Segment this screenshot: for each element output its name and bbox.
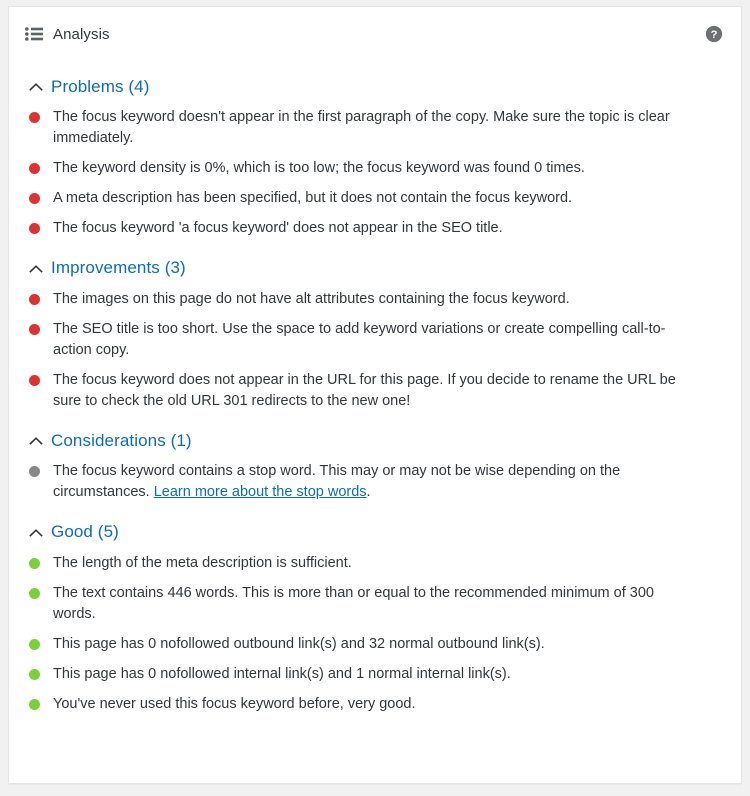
status-bullet-bad — [29, 323, 40, 335]
list-item: A meta description has been specified, b… — [25, 184, 725, 214]
card-header-left: Analysis — [25, 27, 705, 42]
list-item: This page has 0 nofollowed internal link… — [25, 660, 725, 690]
result-text: The keyword density is 0%, which is too … — [53, 160, 585, 177]
result-text: The focus keyword doesn't appear in the … — [53, 109, 670, 147]
result-text: The focus keyword 'a focus keyword' does… — [53, 220, 503, 237]
list-item: The length of the meta description is su… — [25, 549, 725, 579]
status-bullet-good — [29, 698, 40, 710]
result-text: The focus keyword does not appear in the… — [53, 371, 676, 409]
section-problems: Problems (4) The focus keyword doesn't a… — [25, 65, 725, 244]
status-bullet-bad — [29, 374, 40, 386]
section-improvements: Improvements (3) The images on this page… — [25, 246, 725, 416]
list-item: The SEO title is too short. Use the spac… — [25, 315, 725, 366]
section-header-considerations[interactable]: Considerations (1) — [25, 419, 725, 457]
status-bullet-bad — [29, 223, 40, 235]
list-item: The keyword density is 0%, which is too … — [25, 154, 725, 184]
list-item: The focus keyword does not appear in the… — [25, 366, 725, 417]
stop-words-link[interactable]: Learn more about the stop words — [154, 484, 367, 500]
list-item: The text contains 446 words. This is mor… — [25, 579, 725, 630]
list-item: The focus keyword contains a stop word. … — [25, 457, 725, 508]
status-bullet-good — [29, 557, 40, 569]
result-text: The focus keyword contains a stop word. … — [53, 461, 698, 503]
page-background: Analysis ? Problems (4) The focus keywor… — [0, 0, 750, 796]
result-text: This page has 0 nofollowed outbound link… — [53, 635, 545, 652]
status-bullet-neutral — [29, 466, 40, 478]
page-title: Analysis — [53, 25, 110, 43]
help-circle-icon[interactable]: ? — [705, 25, 725, 43]
analysis-results: Problems (4) The focus keyword doesn't a… — [9, 57, 741, 720]
section-title: Improvements (3) — [51, 258, 186, 278]
section-considerations: Considerations (1) The focus keyword con… — [25, 419, 725, 508]
section-title: Good (5) — [51, 522, 119, 542]
result-text: The SEO title is too short. Use the spac… — [53, 320, 666, 358]
status-bullet-good — [29, 587, 40, 599]
status-bullet-bad — [29, 293, 40, 305]
section-header-good[interactable]: Good (5) — [25, 510, 725, 548]
status-bullet-bad — [29, 112, 40, 124]
list-item: The focus keyword doesn't appear in the … — [25, 103, 725, 154]
chevron-up-icon[interactable] — [29, 264, 43, 274]
list-item: You've never used this focus keyword bef… — [25, 690, 725, 720]
result-text: The images on this page do not have alt … — [53, 290, 570, 307]
status-bullet-bad — [29, 193, 40, 205]
section-title: Considerations (1) — [51, 430, 192, 450]
result-list-improvements: The images on this page do not have alt … — [25, 285, 725, 417]
chevron-up-icon[interactable] — [29, 436, 43, 446]
result-text: A meta description has been specified, b… — [53, 190, 573, 207]
section-title: Problems (4) — [51, 77, 150, 96]
section-header-improvements[interactable]: Improvements (3) — [25, 246, 725, 284]
svg-text:?: ? — [711, 29, 718, 41]
status-bullet-bad — [29, 163, 40, 175]
chevron-up-icon[interactable] — [29, 528, 43, 538]
result-text: This page has 0 nofollowed internal link… — [53, 665, 511, 682]
list-item: The images on this page do not have alt … — [25, 285, 725, 315]
seo-analysis-card: Analysis ? Problems (4) The focus keywor… — [8, 6, 742, 784]
result-text-after: . — [366, 484, 371, 501]
result-text: You've never used this focus keyword bef… — [53, 695, 416, 712]
result-list-considerations: The focus keyword contains a stop word. … — [25, 457, 725, 508]
section-good: Good (5) The length of the meta descript… — [25, 510, 725, 719]
list-item: This page has 0 nofollowed outbound link… — [25, 630, 725, 660]
result-list-good: The length of the meta description is su… — [25, 549, 725, 720]
chevron-up-icon[interactable] — [29, 82, 43, 92]
status-bullet-good — [29, 638, 40, 650]
result-text: The length of the meta description is su… — [53, 554, 352, 571]
list-item: The focus keyword 'a focus keyword' does… — [25, 214, 725, 244]
result-list-problems: The focus keyword doesn't appear in the … — [25, 103, 725, 244]
result-text: The text contains 446 words. This is mor… — [53, 584, 654, 622]
card-header: Analysis ? — [9, 7, 741, 57]
status-bullet-good — [29, 668, 40, 680]
list-icon — [25, 27, 43, 41]
section-header-problems[interactable]: Problems (4) — [25, 65, 725, 103]
